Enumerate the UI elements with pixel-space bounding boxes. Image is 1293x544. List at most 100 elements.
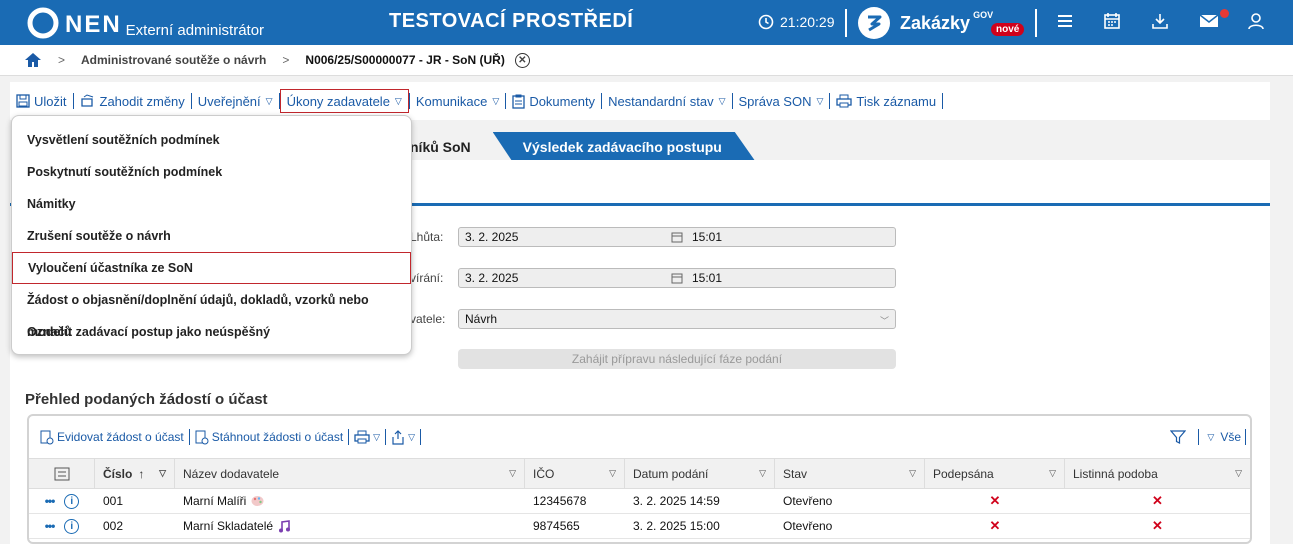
- document-icon: [512, 94, 525, 109]
- download-applications-button[interactable]: Stáhnout žádosti o účast: [190, 430, 348, 445]
- type-row: vatele: Návrh ﹀: [410, 309, 896, 329]
- triangle-down-icon: ▽: [509, 468, 516, 478]
- column-header-number[interactable]: Číslo ↑ ▽: [95, 459, 175, 488]
- cell-paper: ✕: [1065, 489, 1250, 513]
- cell-number: 001: [103, 494, 124, 508]
- more-icon[interactable]: •••: [45, 519, 56, 533]
- view-all-select[interactable]: Vše: [1220, 430, 1241, 444]
- divider: [1245, 429, 1246, 445]
- chevron-down-icon: ﹀: [879, 316, 889, 326]
- calendar-icon[interactable]: [1103, 12, 1121, 30]
- close-icon[interactable]: ✕: [514, 52, 530, 68]
- cell-signed: ✕: [925, 514, 1065, 538]
- more-icon[interactable]: •••: [45, 494, 56, 508]
- user-icon[interactable]: [1247, 12, 1265, 30]
- divider: [420, 429, 422, 445]
- discard-changes-button[interactable]: Zahodit změny: [74, 90, 191, 112]
- menu-item-mark-unsuccessful[interactable]: Označit zadávací postup jako neúspěšný: [12, 316, 411, 348]
- column-header-supplier[interactable]: Název dodavatele ▽: [175, 459, 525, 488]
- menu-item-cancel-contest[interactable]: Zrušení soutěže o návrh: [12, 220, 411, 252]
- contracting-acts-menu[interactable]: Úkony zadavatele ▽: [279, 89, 409, 113]
- mail-icon[interactable]: [1199, 12, 1219, 30]
- cell-paper: ✕: [1065, 514, 1250, 538]
- chevron-right-icon: >: [282, 53, 290, 67]
- manage-son-menu[interactable]: Správa SON ▽: [733, 90, 830, 112]
- download-icon[interactable]: [1151, 12, 1169, 30]
- contracting-acts-dropdown: Vysvětlení soutěžních podmínek Poskytnut…: [11, 115, 412, 355]
- type-label: vatele:: [410, 312, 446, 326]
- communication-menu[interactable]: Komunikace ▽: [410, 90, 505, 112]
- menu-item-exclude-participant[interactable]: Vyloučení účastníka ze SoN: [12, 252, 411, 284]
- cross-icon: ✕: [1152, 493, 1163, 508]
- menu-item-clarification[interactable]: Vysvětlení soutěžních podmínek: [12, 124, 411, 156]
- gov-label: GOV: [973, 10, 994, 20]
- cell-signed: ✕: [925, 489, 1065, 513]
- publish-menu[interactable]: Uveřejnění ▽: [192, 90, 279, 112]
- opening-label: vírání:: [410, 271, 444, 285]
- cell-ico: 9874565: [533, 519, 580, 533]
- section-title: Přehled podaných žádostí o účast: [25, 391, 268, 408]
- tab-strip: níků SoN Výsledek zadávacího postupu: [380, 132, 756, 162]
- cell-number: 002: [103, 519, 124, 533]
- documents-button[interactable]: Dokumenty: [506, 90, 601, 112]
- info-icon[interactable]: i: [64, 493, 80, 509]
- save-button[interactable]: Uložit: [10, 90, 73, 112]
- triangle-down-icon: ▽: [759, 468, 766, 478]
- zakazky-link[interactable]: Zakázky GOV nové: [858, 7, 1025, 39]
- brand-name: NEN: [65, 11, 122, 38]
- column-header-date[interactable]: Datum podání ▽: [625, 459, 775, 488]
- menu-icon[interactable]: [1056, 12, 1074, 30]
- grid-toolbar: Evidovat žádost o účast Stáhnout žádosti…: [29, 416, 1250, 458]
- column-settings[interactable]: [29, 459, 95, 488]
- column-header-paper[interactable]: Listinná podoba ▽: [1065, 459, 1250, 488]
- column-number-label: Číslo: [103, 466, 133, 481]
- triangle-down-icon: ▽: [394, 95, 402, 106]
- nen-logo[interactable]: NEN Externí administrátor: [27, 7, 264, 39]
- menu-item-request-clarification[interactable]: Žádost o objasnění/doplnění údajů, dokla…: [12, 284, 411, 339]
- triangle-down-icon: ▽: [373, 431, 381, 442]
- type-value: Návrh: [465, 312, 498, 326]
- opening-field: 3. 2. 2025 15:01: [458, 268, 896, 288]
- triangle-down-icon: ▽: [909, 468, 916, 478]
- next-phase-button: Zahájit přípravu následující fáze podání: [458, 349, 896, 369]
- menu-item-objections[interactable]: Námitky: [12, 188, 411, 220]
- tab-result-label: Výsledek zadávacího postupu: [522, 139, 722, 155]
- column-header-signed[interactable]: Podepsána ▽: [925, 459, 1065, 488]
- type-select[interactable]: Návrh ﹀: [458, 309, 896, 329]
- save-label: Uložit: [34, 93, 67, 109]
- notification-dot: [1220, 9, 1229, 18]
- triangle-down-icon: ▽: [159, 468, 166, 478]
- new-badge: nové: [991, 23, 1025, 36]
- cross-icon: ✕: [989, 493, 1001, 508]
- triangle-down-icon: ▽: [609, 468, 616, 478]
- home-icon[interactable]: [24, 52, 42, 68]
- cross-icon: ✕: [989, 518, 1001, 533]
- export-icon: [391, 429, 405, 445]
- cell-ico: 12345678: [533, 494, 587, 508]
- triangle-down-icon: ▽: [1207, 431, 1215, 442]
- grid-export-menu[interactable]: ▽: [386, 429, 420, 445]
- menu-item-provide-conditions[interactable]: Poskytnutí soutěžních podmínek: [12, 156, 411, 188]
- applications-grid: Evidovat žádost o účast Stáhnout žádosti…: [27, 414, 1252, 544]
- print-label: Tisk záznamu: [856, 93, 937, 109]
- breadcrumb-item[interactable]: Administrované soutěže o návrh: [81, 53, 266, 67]
- calendar-icon: [671, 231, 683, 243]
- column-header-ico[interactable]: IČO ▽: [525, 459, 625, 488]
- tab-result[interactable]: Výsledek zadávacího postupu: [492, 132, 756, 162]
- column-header-state[interactable]: Stav ▽: [775, 459, 925, 488]
- deadline-time: 15:01: [692, 230, 723, 244]
- info-icon[interactable]: i: [64, 518, 80, 534]
- triangle-down-icon: ▽: [718, 95, 726, 106]
- nonstandard-state-menu[interactable]: Nestandardní stav ▽: [602, 90, 731, 112]
- filter-icon[interactable]: [1170, 429, 1187, 445]
- chevron-right-icon: >: [58, 53, 66, 67]
- table-row[interactable]: ••• i 002 Marní Skladatelé 9874565 3. 2. …: [29, 514, 1250, 539]
- opening-row: vírání: 3. 2. 2025 15:01: [410, 268, 896, 288]
- table-row[interactable]: ••• i 001 Marní Malíři 12345678 3. 2. 202…: [29, 489, 1250, 514]
- cell-state: Otevřeno: [783, 494, 833, 508]
- print-record-button[interactable]: Tisk záznamu: [830, 90, 942, 112]
- row-actions: ••• i: [29, 489, 95, 513]
- triangle-down-icon: ▽: [408, 431, 416, 442]
- record-application-button[interactable]: Evidovat žádost o účast: [35, 430, 189, 445]
- grid-print-menu[interactable]: ▽: [349, 430, 385, 444]
